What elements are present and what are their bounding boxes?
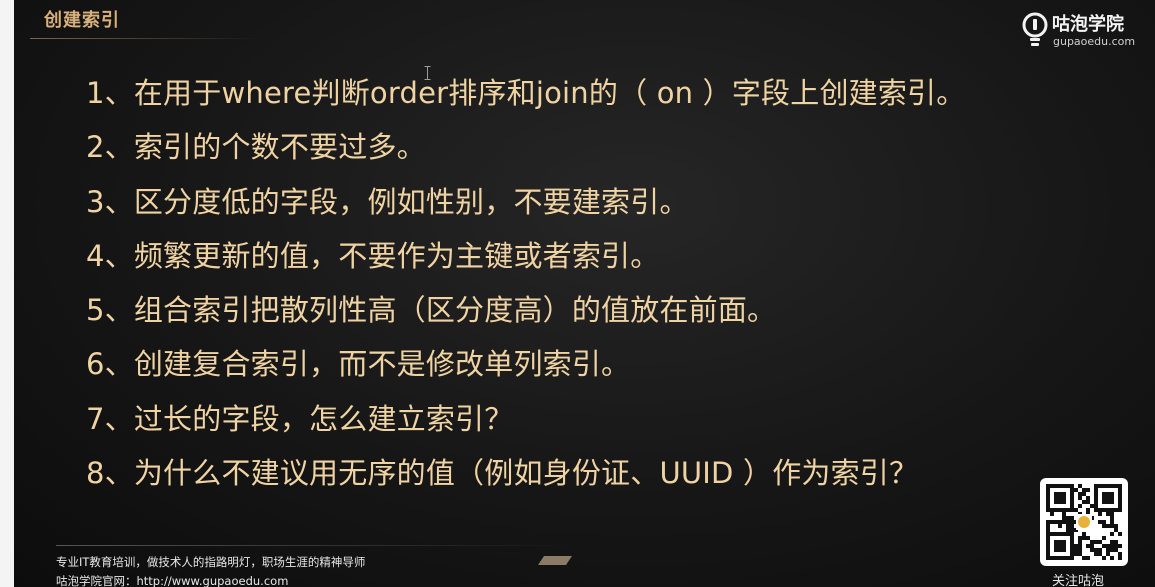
footer-accent-shape bbox=[538, 556, 572, 565]
list-item: 5、组合索引把散列性高（区分度高）的值放在前面。 bbox=[86, 293, 777, 328]
qr-code[interactable] bbox=[1040, 478, 1128, 566]
title-underline bbox=[30, 38, 260, 39]
brand-logo: 咕泡学院 gupaoedu.com bbox=[1020, 8, 1148, 52]
list-item: 3、区分度低的字段，例如性别，不要建索引。 bbox=[86, 184, 689, 219]
list-item: 8、为什么不建议用无序的值（例如身份证、UUID ）作为索引？ bbox=[86, 456, 919, 491]
brand-url: gupaoedu.com bbox=[1053, 35, 1136, 48]
index-tips-list: 1、在用于where判断order排序和join的（ on ）字段上创建索引。 … bbox=[86, 66, 1086, 500]
list-item: 2、索引的个数不要过多。 bbox=[86, 130, 426, 165]
footer-website: 咕泡学院官网：http://www.gupaoedu.com bbox=[56, 574, 289, 587]
list-item: 4、频繁更新的值，不要作为主键或者索引。 bbox=[86, 238, 660, 273]
slide-title: 创建索引 bbox=[44, 10, 120, 31]
qr-code-icon bbox=[1046, 484, 1122, 560]
list-item: 1、在用于where判断order排序和join的（ on ）字段上创建索引。 bbox=[86, 76, 966, 110]
window-left-edge bbox=[0, 0, 14, 587]
lightbulb-logo-icon bbox=[1022, 12, 1048, 46]
list-item: 6、创建复合索引，而不是修改单列索引。 bbox=[86, 347, 631, 382]
qr-caption: 关注咕泡 bbox=[1052, 574, 1105, 587]
footer-slogan: 专业IT教育培训，做技术人的指路明灯，职场生涯的精神导师 bbox=[56, 555, 366, 569]
list-item: 7、过长的字段，怎么建立索引？ bbox=[86, 401, 514, 436]
footer-divider bbox=[56, 545, 576, 546]
presentation-slide: 创建索引 咕泡学院 gupaoedu.com 1、在用于where判断order… bbox=[0, 0, 1155, 587]
brand-name: 咕泡学院 bbox=[1052, 14, 1124, 35]
